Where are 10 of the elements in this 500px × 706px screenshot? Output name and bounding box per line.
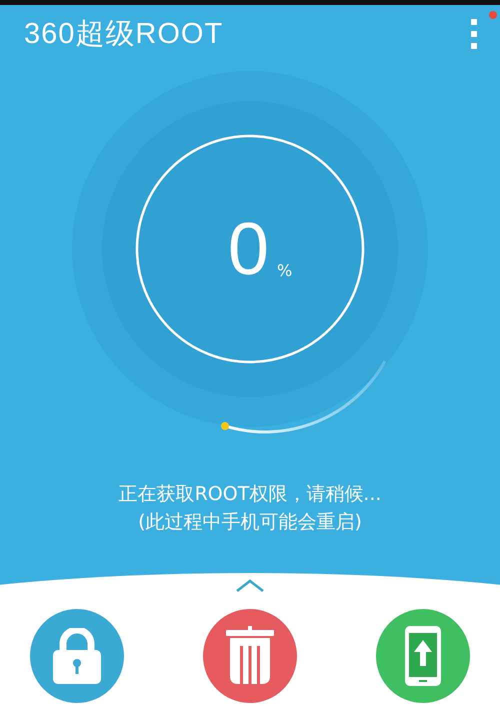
status-message: 正在获取ROOT权限，请稍候...: [118, 482, 382, 507]
menu-icon[interactable]: [470, 18, 478, 50]
trash-icon: [226, 626, 274, 686]
phone-upload-icon: [405, 626, 441, 686]
progress-value: 0: [228, 212, 269, 286]
status-note: (此过程中手机可能会重启): [138, 510, 362, 535]
lock-icon: [51, 628, 103, 684]
app-title: 360超级ROOT: [24, 17, 224, 52]
progress-unit: %: [276, 261, 292, 280]
caret-up-icon[interactable]: [235, 579, 265, 593]
